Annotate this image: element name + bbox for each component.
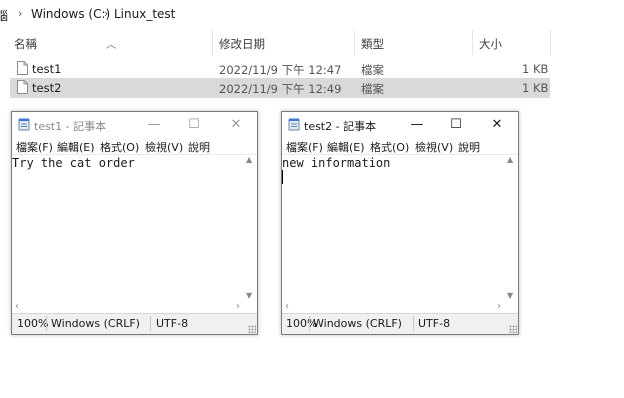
vertical-scrollbar[interactable]: ▲ ▼ xyxy=(243,154,257,301)
file-name: test1 xyxy=(32,62,62,76)
notepad-window-test1[interactable]: test1 - 記事本 — ☐ ✕ 檔案(F) 編輯(E) 格式(O) 檢視(V… xyxy=(11,111,258,335)
title-bar[interactable]: test1 - 記事本 — ☐ ✕ xyxy=(12,112,257,138)
text-cursor xyxy=(282,170,283,184)
file-type: 檔案 xyxy=(361,82,384,96)
column-header-type[interactable]: 類型 xyxy=(361,36,384,52)
file-icon xyxy=(17,61,28,75)
notepad-icon xyxy=(288,118,300,131)
menu-view[interactable]: 檢視(V) xyxy=(415,139,453,155)
title-bar[interactable]: test2 - 記事本 — ☐ ✕ xyxy=(282,112,518,138)
scroll-right-icon[interactable]: › xyxy=(497,301,501,312)
close-button[interactable]: ✕ xyxy=(226,115,246,135)
file-row-test1[interactable]: test1 2022/11/9 下午 12:47 檔案 1 KB xyxy=(10,59,550,79)
menu-bar: 檔案(F) 編輯(E) 格式(O) 檢視(V) 說明 xyxy=(282,138,518,154)
breadcrumb: 腦 › Windows (C:) › Linux_test xyxy=(0,0,624,28)
menu-help[interactable]: 說明 xyxy=(188,139,210,155)
encoding: UTF-8 xyxy=(418,317,451,330)
window-title: test2 - 記事本 xyxy=(304,120,377,133)
scroll-down-icon[interactable]: ▼ xyxy=(507,291,513,300)
chevron-right-icon: › xyxy=(104,7,109,20)
file-size: 1 KB xyxy=(522,62,549,76)
text-editor[interactable]: Try the cat order xyxy=(12,154,257,301)
editor-content: Try the cat order xyxy=(12,156,135,170)
scroll-up-icon[interactable]: ▲ xyxy=(507,155,513,164)
menu-help[interactable]: 說明 xyxy=(458,139,480,155)
maximize-button[interactable]: ☐ xyxy=(184,115,204,135)
scroll-up-icon[interactable]: ▲ xyxy=(246,155,252,164)
breadcrumb-drive[interactable]: Windows (C:) xyxy=(31,7,110,21)
file-date: 2022/11/9 下午 12:49 xyxy=(219,82,342,96)
file-type: 檔案 xyxy=(361,63,384,77)
resize-grip-icon[interactable] xyxy=(509,325,517,333)
column-header-row: ︿ 名稱 修改日期 類型 大小 xyxy=(0,30,624,56)
status-bar: 100% Windows (CRLF) UTF-8 xyxy=(282,313,518,334)
menu-format[interactable]: 格式(O) xyxy=(370,139,409,155)
sort-ascending-icon: ︿ xyxy=(106,40,116,51)
line-ending: Windows (CRLF) xyxy=(313,317,402,330)
breadcrumb-root[interactable]: 腦 xyxy=(0,7,8,24)
column-header-size[interactable]: 大小 xyxy=(479,36,502,52)
scroll-right-icon[interactable]: › xyxy=(236,301,240,312)
minimize-button[interactable]: — xyxy=(407,115,427,135)
breadcrumb-folder[interactable]: Linux_test xyxy=(114,7,175,21)
chevron-right-icon: › xyxy=(18,7,23,20)
file-icon xyxy=(17,80,28,94)
line-ending: Windows (CRLF) xyxy=(51,317,140,330)
editor-content: new information xyxy=(282,156,391,170)
file-name: test2 xyxy=(32,81,62,95)
file-size: 1 KB xyxy=(522,81,549,95)
scroll-left-icon[interactable]: ‹ xyxy=(15,301,19,312)
menu-view[interactable]: 檢視(V) xyxy=(145,139,183,155)
menu-file[interactable]: 檔案(F) xyxy=(286,139,323,155)
vertical-scrollbar[interactable]: ▲ ▼ xyxy=(504,154,518,301)
minimize-button[interactable]: — xyxy=(144,115,164,135)
menu-bar: 檔案(F) 編輯(E) 格式(O) 檢視(V) 說明 xyxy=(12,138,257,154)
column-header-name[interactable]: 名稱 xyxy=(14,36,37,52)
notepad-icon xyxy=(18,118,30,131)
menu-edit[interactable]: 編輯(E) xyxy=(327,139,365,155)
column-header-date[interactable]: 修改日期 xyxy=(219,36,265,52)
menu-format[interactable]: 格式(O) xyxy=(100,139,139,155)
scroll-left-icon[interactable]: ‹ xyxy=(285,301,289,312)
close-button[interactable]: ✕ xyxy=(487,115,507,135)
menu-edit[interactable]: 編輯(E) xyxy=(57,139,95,155)
status-bar: 100% Windows (CRLF) UTF-8 xyxy=(12,313,257,334)
file-row-test2[interactable]: test2 2022/11/9 下午 12:49 檔案 1 KB xyxy=(10,78,550,98)
zoom-level: 100% xyxy=(17,317,49,330)
menu-file[interactable]: 檔案(F) xyxy=(16,139,53,155)
maximize-button[interactable]: ☐ xyxy=(446,115,466,135)
resize-grip-icon[interactable] xyxy=(248,325,256,333)
notepad-window-test2[interactable]: test2 - 記事本 — ☐ ✕ 檔案(F) 編輯(E) 格式(O) 檢視(V… xyxy=(281,111,519,335)
text-editor[interactable]: new information xyxy=(282,154,518,301)
window-title: test1 - 記事本 xyxy=(34,120,107,133)
encoding: UTF-8 xyxy=(156,317,189,330)
file-date: 2022/11/9 下午 12:47 xyxy=(219,63,342,77)
scroll-down-icon[interactable]: ▼ xyxy=(246,291,252,300)
